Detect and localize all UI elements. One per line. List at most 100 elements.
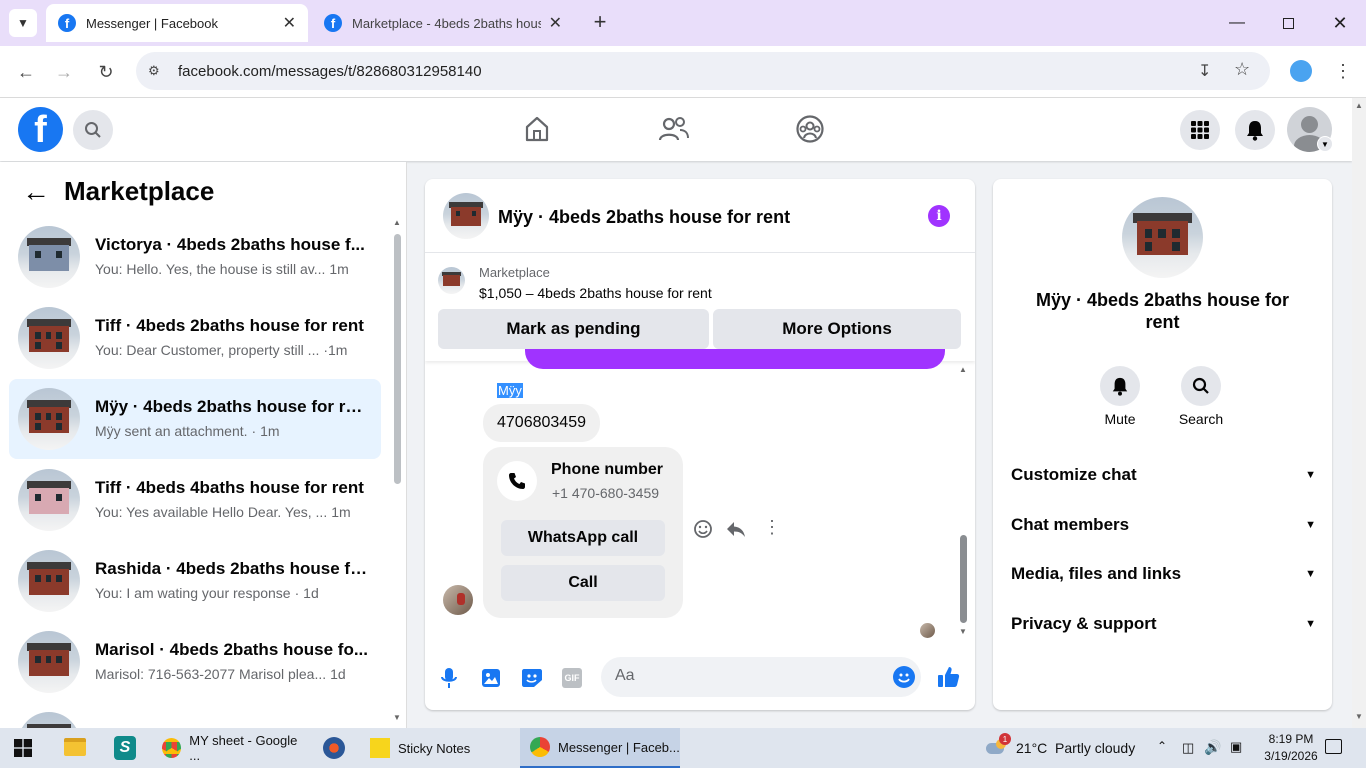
notifications-center-icon[interactable] <box>1325 739 1342 754</box>
tray-icon[interactable]: ◫ <box>1182 740 1194 756</box>
scrollbar-thumb[interactable] <box>394 234 401 484</box>
more-actions-icon[interactable]: ⋮ <box>763 517 781 538</box>
clock-date[interactable]: 3/19/2026 <box>1251 749 1331 763</box>
back-arrow-icon[interactable]: ← <box>22 176 50 208</box>
chrome-icon <box>162 738 182 758</box>
snippet-text: You: Dear Customer, property still ... <box>95 342 320 358</box>
page-scrollbar[interactable]: ▲ ▼ <box>1352 98 1366 728</box>
friends-nav-button[interactable] <box>658 114 692 148</box>
forward-button[interactable]: → <box>50 58 78 86</box>
notifications-button[interactable] <box>1235 110 1275 150</box>
scroll-up-arrow[interactable]: ▲ <box>1355 101 1363 110</box>
back-button[interactable]: ← <box>12 58 40 86</box>
react-icon[interactable] <box>693 519 715 541</box>
gif-icon[interactable]: GIF <box>562 668 582 688</box>
scroll-up-arrow[interactable]: ▲ <box>393 218 401 227</box>
scrollbar-thumb[interactable] <box>960 535 967 623</box>
reload-button[interactable]: ↻ <box>92 58 120 86</box>
message-input[interactable]: Aa <box>601 657 921 697</box>
network-icon[interactable]: ▣ <box>1230 739 1242 755</box>
groups-nav-button[interactable] <box>795 114 829 148</box>
more-options-button[interactable]: More Options <box>713 309 961 349</box>
taskbar-app-messenger[interactable]: Messenger | Faceb... <box>520 728 680 768</box>
restore-icon <box>1282 17 1294 29</box>
conversation-list-scrollbar[interactable]: ▲ ▼ <box>391 218 403 722</box>
sticker-icon[interactable] <box>521 668 543 693</box>
conversation-item-partial[interactable] <box>9 703 381 728</box>
whatsapp-call-button[interactable]: WhatsApp call <box>501 520 665 556</box>
mark-as-pending-button[interactable]: Mark as pending <box>438 309 709 349</box>
facebook-logo-icon[interactable]: f <box>18 107 63 152</box>
account-chevron-icon[interactable]: ▼ <box>1317 136 1333 152</box>
details-avatar[interactable] <box>1122 197 1203 278</box>
bookmark-star-icon[interactable]: ☆ <box>1234 59 1250 80</box>
call-button[interactable]: Call <box>501 565 665 601</box>
chrome-icon <box>530 737 550 757</box>
conversation-snippet: You: Yes available Hello Dear. Yes, ... 1… <box>95 504 380 520</box>
address-bar[interactable]: ⚙ facebook.com/messages/t/82868031295814… <box>136 52 1270 90</box>
section-label: Media, files and links <box>1011 564 1182 583</box>
conversation-item-selected[interactable]: Mÿy · 4beds 2baths house for rent Mÿy se… <box>9 379 381 459</box>
start-button[interactable] <box>14 739 32 757</box>
details-title: Mÿy · 4beds 2baths house for rent <box>1035 290 1290 332</box>
browser-tab-marketplace[interactable]: f Marketplace - 4beds 2baths house ✕ <box>312 4 574 42</box>
sender-avatar[interactable] <box>443 585 473 615</box>
snippet-text: You: Yes available Hello Dear. Yes, ... <box>95 504 328 520</box>
conversation-item[interactable]: Tiff · 4beds 2baths house for rent You: … <box>9 298 381 378</box>
conversation-item[interactable]: Tiff · 4beds 4baths house for rent You: … <box>9 460 381 540</box>
privacy-support-section[interactable]: Privacy & support ▼ <box>1011 609 1316 639</box>
taskbar-app-chrome-sheet[interactable]: MY sheet - Google ... <box>154 728 304 768</box>
snippet-text: Marisol: 716-563-2077 Marisol plea... <box>95 666 327 682</box>
reply-icon[interactable] <box>725 519 747 541</box>
clock-time[interactable]: 8:19 PM <box>1261 732 1321 746</box>
customize-chat-section[interactable]: Customize chat ▼ <box>1011 460 1316 490</box>
conversation-snippet: You: I am wating your response · 1d <box>95 585 380 601</box>
conversation-info-button[interactable]: i <box>928 205 950 227</box>
chat-avatar[interactable] <box>443 193 489 239</box>
file-explorer-icon[interactable] <box>64 738 86 756</box>
message-bubble[interactable]: 4706803459 <box>483 404 600 442</box>
restore-button[interactable] <box>1273 8 1303 38</box>
mute-button[interactable] <box>1100 366 1140 406</box>
volume-icon[interactable]: 🔊 <box>1204 739 1221 756</box>
close-tab-icon[interactable]: ✕ <box>283 13 296 33</box>
menu-button[interactable] <box>1180 110 1220 150</box>
conversation-item[interactable]: Victorya · 4beds 2baths house f... You: … <box>9 217 381 297</box>
message-area-scrollbar[interactable]: ▲ ▼ <box>958 365 970 636</box>
new-tab-button[interactable]: + <box>588 9 612 34</box>
scroll-up-arrow[interactable]: ▲ <box>959 365 967 374</box>
show-hidden-icons-icon[interactable]: ⌃ <box>1157 739 1167 753</box>
conversation-item[interactable]: Marisol · 4beds 2baths house fo... Maris… <box>9 622 381 702</box>
site-settings-icon[interactable]: ⚙ <box>148 63 160 79</box>
conversation-name: Tiff · 4beds 2baths house for rent <box>95 316 364 335</box>
app-icon-s[interactable]: S <box>114 736 136 760</box>
scroll-down-arrow[interactable]: ▼ <box>959 627 967 636</box>
close-tab-icon[interactable]: ✕ <box>549 13 562 33</box>
chat-members-section[interactable]: Chat members ▼ <box>1011 510 1316 540</box>
browser-tab-messenger[interactable]: f Messenger | Facebook ✕ <box>46 4 308 42</box>
conversation-snippet: Mÿy sent an attachment. · 1m <box>95 423 380 439</box>
tab-search-button[interactable]: ▼ <box>9 9 37 37</box>
media-files-links-section[interactable]: Media, files and links ▼ <box>1011 559 1316 589</box>
chat-title[interactable]: Mÿy · 4beds 2baths house for rent <box>498 207 790 228</box>
photo-icon[interactable] <box>481 668 501 693</box>
install-app-icon[interactable]: ↧ <box>1198 61 1211 81</box>
close-window-button[interactable]: ✕ <box>1325 8 1355 38</box>
minimize-button[interactable]: — <box>1222 8 1252 38</box>
home-nav-button[interactable] <box>522 114 556 148</box>
microphone-icon[interactable] <box>440 667 458 694</box>
extension-icon[interactable] <box>1290 60 1312 82</box>
like-thumbs-up-icon[interactable] <box>937 665 961 694</box>
app-icon-tool[interactable] <box>323 737 345 759</box>
emoji-icon[interactable] <box>893 666 915 688</box>
weather-text[interactable]: 21°C Partly cloudy <box>1016 740 1135 756</box>
search-in-conversation-button[interactable] <box>1181 366 1221 406</box>
browser-menu-icon[interactable]: ⋮ <box>1334 60 1352 82</box>
scroll-down-arrow[interactable]: ▼ <box>1355 712 1363 721</box>
conversation-item[interactable]: Rashida · 4beds 2baths house fo... You: … <box>9 541 381 621</box>
scroll-down-arrow[interactable]: ▼ <box>393 713 401 722</box>
search-button[interactable] <box>73 110 113 150</box>
weather-icon[interactable]: 1 <box>986 733 1011 757</box>
taskbar-app-sticky-notes[interactable]: Sticky Notes <box>362 728 512 768</box>
browser-toolbar: ← → ↻ ⚙ facebook.com/messages/t/82868031… <box>0 46 1366 98</box>
